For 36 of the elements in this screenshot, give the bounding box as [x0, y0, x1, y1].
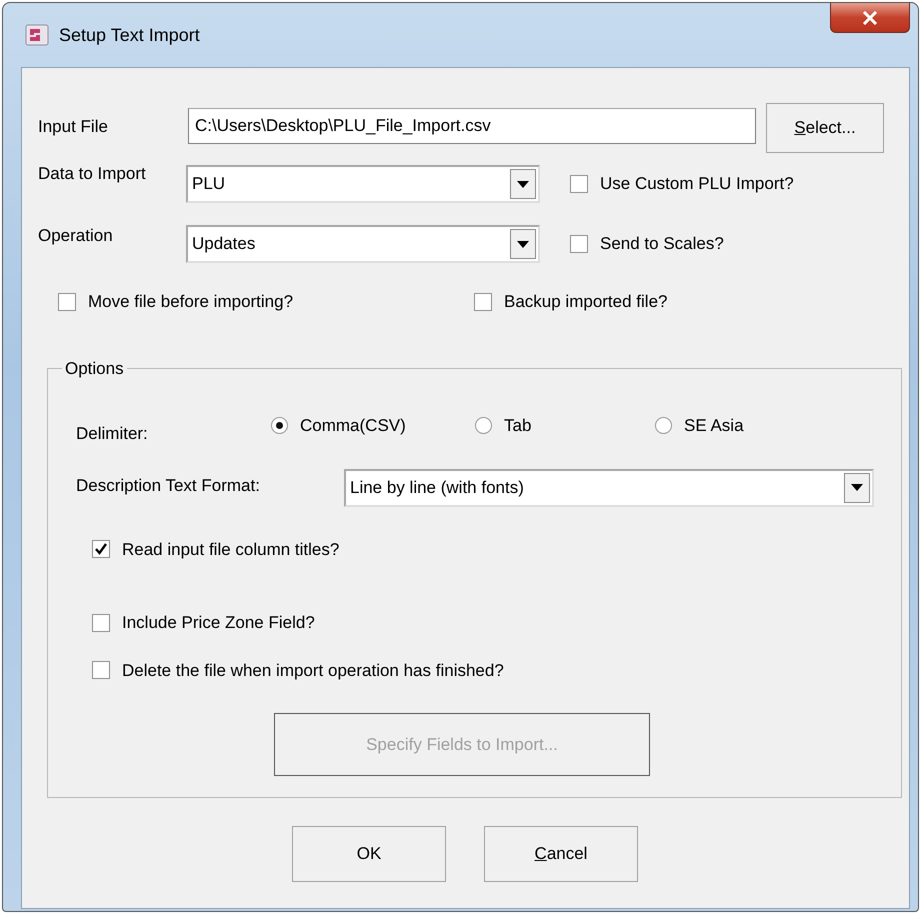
window-title: Setup Text Import: [59, 24, 200, 47]
radio-label: Comma(CSV): [300, 415, 406, 437]
dialog-button[interactable]: Cancel: [484, 826, 638, 882]
field-label: Delimiter:: [76, 423, 149, 445]
radio-button[interactable]: [475, 417, 492, 434]
dropdown[interactable]: PLU: [186, 165, 540, 203]
field-label: Operation: [38, 225, 114, 247]
input-field[interactable]: C:\Users\Desktop\PLU_File_Import.csv: [188, 108, 756, 144]
checkbox-label: Use Custom PLU Import?: [600, 173, 794, 195]
checkbox-label: Backup imported file?: [504, 291, 668, 313]
radio-button[interactable]: [271, 417, 288, 434]
checkbox-label: Read input file column titles?: [122, 538, 340, 560]
checkbox[interactable]: [92, 614, 110, 632]
close-icon: [862, 10, 878, 24]
checkbox-label: Move file before importing?: [88, 291, 294, 313]
field-label: Description Text Format:: [76, 474, 261, 496]
dropdown[interactable]: Line by line (with fonts): [344, 468, 874, 506]
checkbox[interactable]: [92, 661, 110, 680]
field-label: Input File: [38, 116, 109, 138]
checkbox-label: Include Price Zone Field?: [122, 612, 315, 634]
close-button[interactable]: [830, 3, 910, 33]
radio-label: Tab: [504, 415, 532, 437]
field-label: Data to Import: [38, 163, 147, 185]
checkbox-label: Delete the file when import operation has finished?: [122, 660, 504, 682]
checkbox[interactable]: [474, 292, 492, 311]
checkbox[interactable]: [570, 234, 588, 253]
checkbox[interactable]: [570, 174, 588, 193]
app-icon: [25, 23, 49, 47]
radio-label: SE Asia: [684, 415, 744, 437]
checkbox-label: Send to Scales?: [600, 233, 724, 255]
select-button[interactable]: Select...: [766, 103, 884, 153]
radio-button[interactable]: [655, 417, 672, 434]
dropdown[interactable]: Updates: [186, 225, 540, 263]
dialog-button[interactable]: OK: [292, 826, 446, 882]
checkbox[interactable]: [58, 292, 76, 311]
checkbox[interactable]: [92, 540, 110, 558]
